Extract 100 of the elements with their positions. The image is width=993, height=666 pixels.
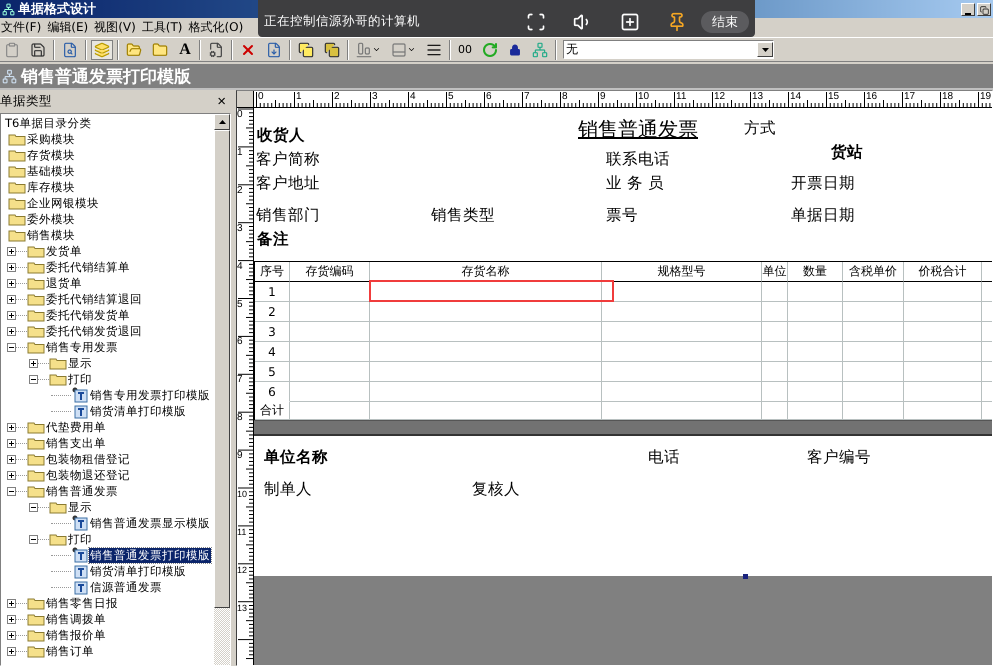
tree-item[interactable]: 销售普通发票打印模版 xyxy=(89,548,211,562)
expand-button[interactable] xyxy=(7,326,16,336)
table-cell[interactable] xyxy=(762,322,788,342)
tree-item[interactable]: 委外模块 xyxy=(26,212,76,226)
field-label[interactable]: 开票日期 xyxy=(791,173,855,194)
table-cell[interactable] xyxy=(843,362,904,382)
table-cell[interactable] xyxy=(788,322,843,342)
tree-item[interactable]: T6单据目录分类 xyxy=(4,116,92,130)
tree-item[interactable]: 包装物退还登记 xyxy=(45,468,131,482)
field-label[interactable]: 备注 xyxy=(257,229,289,250)
field-label[interactable]: 方式 xyxy=(744,118,776,139)
resize-handle[interactable] xyxy=(743,574,748,579)
table-cell[interactable] xyxy=(762,362,788,382)
field-label[interactable]: 客户编号 xyxy=(807,447,871,468)
tree-item[interactable]: 打印 xyxy=(67,532,93,546)
tree-item[interactable]: 销售报价单 xyxy=(45,628,107,642)
column-header[interactable]: 规格型号 xyxy=(602,262,762,282)
end-button[interactable]: 结束 xyxy=(701,10,749,32)
column-header[interactable]: 序号 xyxy=(255,262,290,282)
tree-item[interactable]: 库存模块 xyxy=(26,180,76,194)
table-cell[interactable] xyxy=(843,322,904,342)
table-cell[interactable] xyxy=(602,302,762,322)
tree-item[interactable]: 销售订单 xyxy=(45,644,95,658)
field-label[interactable]: 制单人 xyxy=(264,479,312,500)
table-cell[interactable] xyxy=(602,362,762,382)
table-cell[interactable] xyxy=(904,302,982,322)
tree-item[interactable]: 委托代销发货单 xyxy=(45,308,131,322)
expand-button[interactable] xyxy=(7,470,16,480)
menu-item[interactable]: 工具(T) xyxy=(142,19,182,36)
field-label[interactable]: 复核人 xyxy=(472,479,520,500)
menu-item[interactable]: 视图(V) xyxy=(94,19,136,36)
table-cell[interactable] xyxy=(290,382,370,402)
tree-item[interactable]: 信源普通发票 xyxy=(89,580,163,594)
tree-item[interactable]: 销货清单打印模版 xyxy=(89,404,187,418)
table-cell[interactable] xyxy=(370,382,602,402)
column-header[interactable]: 价税合计 xyxy=(904,262,982,282)
table-cell[interactable] xyxy=(904,342,982,362)
collapse-button[interactable] xyxy=(29,502,38,512)
tree-item[interactable]: 销货清单打印模版 xyxy=(89,564,187,578)
tree-item[interactable]: 销售专用发票打印模版 xyxy=(89,388,211,402)
table-cell[interactable] xyxy=(602,322,762,342)
expand-button[interactable] xyxy=(7,246,16,256)
table-cell[interactable] xyxy=(370,362,602,382)
field-label[interactable]: 业 务 员 xyxy=(606,173,664,194)
field-label[interactable]: 单据日期 xyxy=(791,205,855,226)
field-label[interactable]: 联系电话 xyxy=(606,149,670,170)
table-cell[interactable] xyxy=(904,322,982,342)
expand-button[interactable] xyxy=(7,422,16,432)
table-cell[interactable] xyxy=(370,302,602,322)
tree-item[interactable]: 代垫费用单 xyxy=(45,420,107,434)
column-header[interactable]: 存货编码 xyxy=(290,262,370,282)
collapse-button[interactable] xyxy=(7,342,16,352)
field-label[interactable]: 单位名称 xyxy=(264,447,328,468)
table-cell[interactable] xyxy=(290,342,370,362)
expand-button[interactable] xyxy=(7,454,16,464)
close-button[interactable]: × xyxy=(217,94,226,109)
table-cell[interactable] xyxy=(904,362,982,382)
restore-button[interactable] xyxy=(977,2,991,16)
table-cell[interactable] xyxy=(843,382,904,402)
menu-item[interactable]: 格式化(O) xyxy=(188,19,244,36)
expand-button[interactable] xyxy=(7,598,16,608)
collapse-button[interactable] xyxy=(7,486,16,496)
tree-item[interactable]: 采购模块 xyxy=(26,132,76,146)
table-cell[interactable] xyxy=(843,282,904,302)
menu-item[interactable]: 编辑(E) xyxy=(47,19,88,36)
tree-item[interactable]: 存货模块 xyxy=(26,148,76,162)
minimize-button[interactable] xyxy=(961,2,975,16)
table-cell[interactable] xyxy=(788,382,843,402)
field-label[interactable]: 收货人 xyxy=(257,125,305,146)
expand-button[interactable] xyxy=(7,630,16,640)
table-cell[interactable] xyxy=(762,342,788,362)
expand-button[interactable] xyxy=(7,310,16,320)
folders-button[interactable] xyxy=(91,40,113,60)
tree-item[interactable]: 企业网银模块 xyxy=(26,196,100,210)
collapse-button[interactable] xyxy=(29,534,38,544)
tree-item[interactable]: 销售普通发票显示模版 xyxy=(89,516,211,530)
tree-item[interactable]: 委托代销结算单 xyxy=(45,260,131,274)
table-cell[interactable] xyxy=(762,382,788,402)
field-label[interactable]: 票号 xyxy=(606,205,638,226)
table-cell[interactable] xyxy=(762,302,788,322)
tree-item[interactable]: 销售调拨单 xyxy=(45,612,107,626)
table-cell[interactable] xyxy=(290,302,370,322)
tree-item[interactable]: 销售零售日报 xyxy=(45,596,119,610)
tree-item[interactable]: 委托代销结算退回 xyxy=(45,292,143,306)
tree-item[interactable]: 退货单 xyxy=(45,276,83,290)
expand-button[interactable] xyxy=(29,358,38,368)
collapse-button[interactable] xyxy=(29,374,38,384)
tree-item[interactable]: 销售模块 xyxy=(26,228,76,242)
table-cell[interactable] xyxy=(788,342,843,362)
expand-button[interactable] xyxy=(7,438,16,448)
table-cell[interactable] xyxy=(788,362,843,382)
column-header[interactable]: 单位 xyxy=(762,262,788,282)
table-cell[interactable] xyxy=(843,342,904,362)
field-label[interactable]: 货站 xyxy=(831,142,863,163)
table-cell[interactable] xyxy=(602,342,762,362)
table-cell[interactable] xyxy=(762,282,788,302)
tree-item[interactable]: 包装物租借登记 xyxy=(45,452,131,466)
table-cell[interactable] xyxy=(602,382,762,402)
tree-item[interactable]: 销售普通发票 xyxy=(45,484,119,498)
tree-item[interactable]: 基础模块 xyxy=(26,164,76,178)
